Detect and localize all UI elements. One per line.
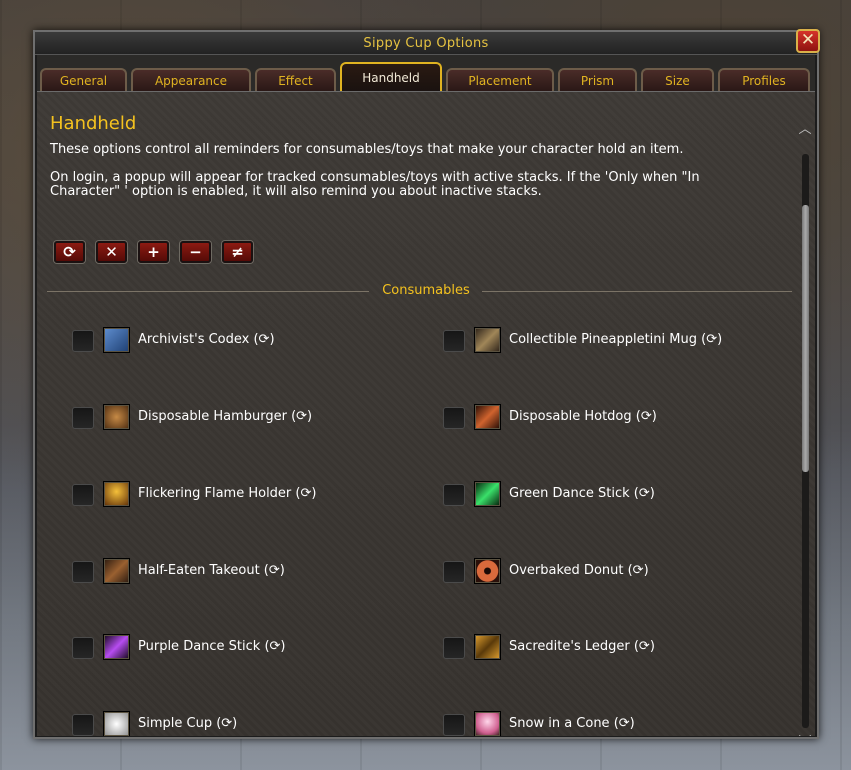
panel-login-note: On login, a popup will appear for tracke… [50,170,700,199]
list-item[interactable]: Sacredite's Ledger (⟳) [443,634,783,662]
item-label: Sacredite's Ledger (⟳) [509,639,655,654]
tab-placement[interactable]: Placement [446,68,554,91]
refresh-icon: ⟳ [63,243,76,261]
scrollbar-thumb[interactable] [802,205,809,472]
item-checkbox[interactable] [72,407,94,429]
ledger-icon [474,634,501,660]
item-checkbox[interactable] [443,484,465,506]
snow-cone-icon [474,711,501,736]
mug-icon [474,327,501,353]
item-checkbox[interactable] [443,561,465,583]
options-window: Sippy Cup Options ✕ General Appearance E… [33,29,820,739]
list-item[interactable]: Overbaked Donut (⟳) [443,558,783,586]
select-all-button[interactable]: + [138,241,169,263]
item-checkbox[interactable] [443,330,465,352]
tab-handheld[interactable]: Handheld [340,62,442,91]
list-item[interactable]: Flickering Flame Holder (⟳) [72,481,402,509]
item-checkbox[interactable] [72,637,94,659]
item-label: Snow in a Cone (⟳) [509,716,635,731]
item-checkbox[interactable] [72,714,94,736]
cup-icon [103,711,130,736]
consumables-heading: Consumables [382,283,470,298]
green-stick-icon [474,481,501,507]
divider-left [47,291,369,292]
book-icon [103,327,130,353]
close-button[interactable]: ✕ [796,29,820,53]
list-item[interactable]: Disposable Hotdog (⟳) [443,404,783,432]
minus-icon: − [189,243,202,261]
item-checkbox[interactable] [72,561,94,583]
not-equal-icon: ≠ [231,243,244,261]
list-item[interactable]: Disposable Hamburger (⟳) [72,404,402,432]
item-label: Purple Dance Stick (⟳) [138,639,286,654]
list-item[interactable]: Snow in a Cone (⟳) [443,711,783,736]
purple-stick-icon [103,634,130,660]
item-checkbox[interactable] [72,330,94,352]
item-checkbox[interactable] [72,484,94,506]
item-label: Disposable Hotdog (⟳) [509,409,657,424]
list-item[interactable]: Collectible Pineappletini Mug (⟳) [443,327,783,355]
list-item[interactable]: Archivist's Codex (⟳) [72,327,402,355]
window-title: Sippy Cup Options [363,36,489,51]
item-label: Disposable Hamburger (⟳) [138,409,313,424]
divider-right [482,291,792,292]
tab-bar: General Appearance Effect Handheld Place… [40,62,812,92]
panel-description: These options control all reminders for … [50,142,684,157]
item-label: Flickering Flame Holder (⟳) [138,486,317,501]
panel-heading: Handheld [50,113,137,134]
item-label: Half-Eaten Takeout (⟳) [138,563,285,578]
close-icon: ✕ [105,243,118,261]
item-checkbox[interactable] [443,407,465,429]
list-item[interactable]: Green Dance Stick (⟳) [443,481,783,509]
handheld-panel: Handheld These options control all remin… [37,91,815,736]
deselect-all-button[interactable]: − [180,241,211,263]
item-checkbox[interactable] [443,714,465,736]
invert-selection-button[interactable]: ≠ [222,241,253,263]
item-label: Simple Cup (⟳) [138,716,238,731]
item-checkbox[interactable] [443,637,465,659]
item-label: Archivist's Codex (⟳) [138,332,275,347]
item-label: Green Dance Stick (⟳) [509,486,655,501]
tab-prism[interactable]: Prism [558,68,637,91]
tab-appearance[interactable]: Appearance [131,68,251,91]
list-item[interactable]: Simple Cup (⟳) [72,711,402,736]
refresh-button[interactable]: ⟳ [54,241,85,263]
hotdog-icon [474,404,501,430]
list-item[interactable]: Purple Dance Stick (⟳) [72,634,402,662]
takeout-icon [103,558,130,584]
item-label: Collectible Pineappletini Mug (⟳) [509,332,723,347]
item-label: Overbaked Donut (⟳) [509,563,649,578]
plus-icon: + [147,243,160,261]
list-item[interactable]: Half-Eaten Takeout (⟳) [72,558,402,586]
donut-icon [474,558,501,584]
hamburger-icon [103,404,130,430]
scroll-up-button[interactable]: ︿ [795,123,815,136]
tab-general[interactable]: General [40,68,127,91]
tab-size[interactable]: Size [641,68,714,91]
tab-profiles[interactable]: Profiles [718,68,810,91]
flame-holder-icon [103,481,130,507]
tab-effect[interactable]: Effect [255,68,336,91]
clear-all-button[interactable]: ✕ [96,241,127,263]
window-titlebar[interactable]: Sippy Cup Options [35,32,817,55]
